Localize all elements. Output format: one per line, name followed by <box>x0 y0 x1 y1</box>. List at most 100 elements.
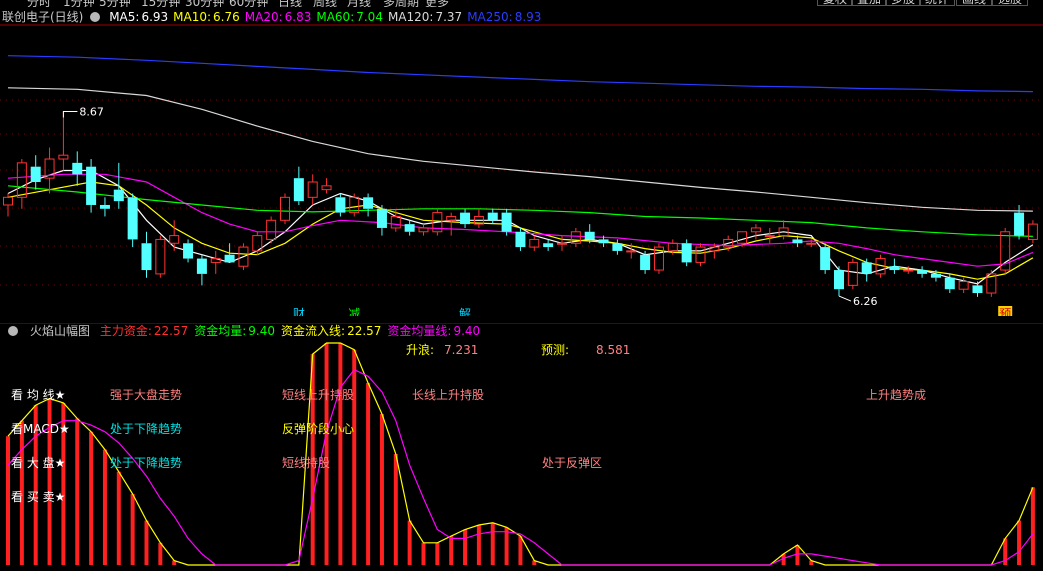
fund-bar <box>1017 520 1022 565</box>
candle-up <box>529 235 540 251</box>
candle-up <box>58 111 69 171</box>
candle-down <box>515 227 526 251</box>
candle-body <box>792 239 803 244</box>
fund-bar <box>158 542 163 565</box>
candle-down <box>820 243 831 274</box>
candle-down <box>501 208 512 236</box>
candle-body <box>695 246 706 263</box>
candle-down <box>86 159 97 213</box>
status-text: 短线上升持股 <box>282 388 355 402</box>
candle-up <box>280 193 290 225</box>
fund-flow-chart[interactable] <box>0 323 1043 571</box>
candle-body <box>640 254 651 271</box>
candle-up <box>210 250 221 274</box>
side-label-ma: 看 均 线★ <box>11 388 66 402</box>
status-text: 上升趋势成 <box>866 388 927 402</box>
candle-body <box>141 243 152 271</box>
candle-body <box>543 243 554 248</box>
candle-up <box>16 159 27 209</box>
low-price-label: 6.26 <box>853 295 878 308</box>
event-marker-text: 预 <box>999 307 1011 316</box>
candle-body <box>764 235 775 238</box>
candle-body <box>930 273 941 278</box>
candle-body <box>16 162 27 198</box>
candle-body <box>737 231 748 244</box>
candle-up <box>473 208 484 228</box>
candle-up <box>806 239 817 248</box>
indicator-legend-label: 资金流入线: <box>281 324 346 338</box>
candle-body <box>667 242 678 252</box>
predict-label: 预测: <box>541 343 570 357</box>
candle-down <box>889 258 900 274</box>
indicator-title: 火焰山幅图 <box>30 324 91 338</box>
fund-bar <box>407 520 412 565</box>
candle-body <box>515 231 526 248</box>
fund-bar <box>144 520 149 565</box>
indicator-legend-label: 主力资金: <box>99 324 152 338</box>
side-label-market: 看 大 盘★ <box>11 456 66 470</box>
event-marker[interactable]: 预 <box>998 306 1013 316</box>
candle-down <box>141 231 152 278</box>
candle-down <box>335 193 346 217</box>
candle-down <box>834 266 844 297</box>
candle-body <box>861 262 872 274</box>
fund-bar <box>463 529 468 565</box>
candle-down <box>861 258 872 282</box>
rise-wave-value: 7.231 <box>444 343 479 357</box>
candle-down <box>612 239 623 255</box>
candle-body <box>972 285 983 294</box>
status-text: 处于反弹区 <box>542 456 603 470</box>
candle-body <box>3 196 13 206</box>
candlestick-chart[interactable]: 8.67 6.26 财 减 解 预 <box>0 0 1043 316</box>
fund-bar <box>324 343 329 565</box>
candle-body <box>404 224 415 232</box>
candle-body <box>847 261 858 286</box>
candle-body <box>903 269 914 272</box>
candle-body <box>224 254 235 263</box>
fund-bar <box>366 382 371 565</box>
fund-bar <box>449 536 454 565</box>
candle-body <box>750 227 761 233</box>
fund-bar <box>518 536 523 565</box>
event-marker[interactable]: 解 <box>459 307 471 316</box>
candle-up <box>750 224 761 240</box>
side-label-trade: 看 买 卖★ <box>11 490 66 504</box>
indicator-legend-item: 资金均量线: 9.40 <box>387 324 480 338</box>
candle-up <box>307 174 318 205</box>
candle-body <box>58 154 69 160</box>
fund-bar <box>75 418 80 565</box>
ma-line-ma120 <box>7 87 1033 212</box>
candle-body <box>293 178 304 202</box>
gear-icon[interactable] <box>8 326 18 336</box>
event-marker-text: 解 <box>459 307 471 316</box>
low-marker <box>838 295 852 302</box>
candle-down <box>1014 204 1025 240</box>
predict-value: 8.581 <box>596 343 631 357</box>
event-marker[interactable]: 减 <box>348 307 360 316</box>
candle-body <box>335 197 346 213</box>
candle-body <box>99 204 110 209</box>
candle-down <box>99 197 110 217</box>
fund-bar <box>379 414 384 565</box>
candle-body <box>1014 212 1025 236</box>
fund-bar <box>435 542 440 565</box>
candle-body <box>917 270 928 274</box>
candle-down <box>543 239 554 251</box>
candle-up <box>321 178 332 194</box>
candle-up <box>3 193 13 217</box>
candle-down <box>196 254 207 286</box>
rise-wave-label: 升浪: <box>406 343 435 357</box>
candle-body <box>612 243 623 251</box>
candle-up <box>764 227 775 244</box>
indicator-legend-label: 资金均量: <box>194 324 247 338</box>
event-marker[interactable]: 财 <box>293 307 305 316</box>
candle-body <box>889 266 900 271</box>
candle-body <box>183 243 194 259</box>
candle-body <box>390 215 401 229</box>
indicator-legend-value: 22.57 <box>347 324 382 338</box>
candle-body <box>127 197 138 240</box>
fund-bar <box>1030 487 1035 565</box>
candle-body <box>280 196 290 221</box>
fund-inflow-line <box>7 342 1034 566</box>
candle-up <box>1000 227 1011 274</box>
